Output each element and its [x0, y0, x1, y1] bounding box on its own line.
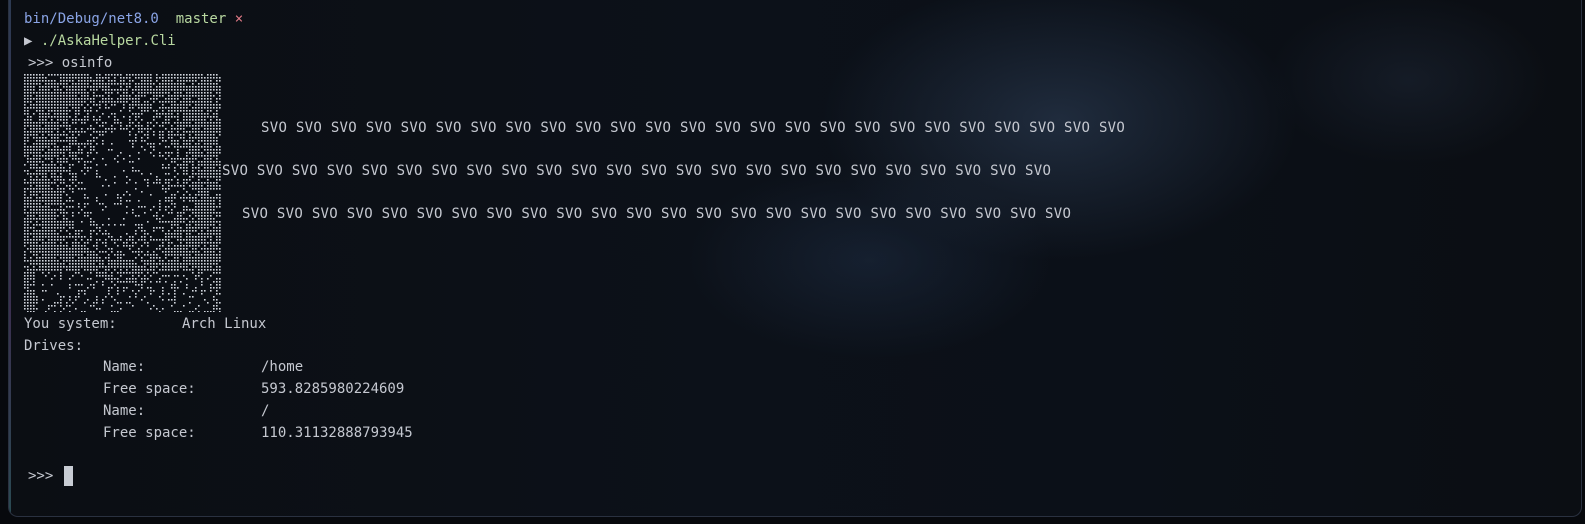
prompt-arrow-icon: ▶ — [24, 33, 33, 49]
ascii-portrait-art — [24, 74, 221, 312]
repl-line: >>> osinfo — [28, 53, 112, 73]
cwd-path: bin/Debug/net8.0 — [24, 11, 159, 27]
drive-name-label: Name: — [103, 403, 146, 419]
drive-name-value: /home — [261, 359, 304, 375]
svo-row-1: SVO SVO SVO SVO SVO SVO SVO SVO SVO SVO … — [261, 120, 1126, 136]
text-cursor[interactable] — [64, 466, 73, 486]
command-line: ▶ ./AskaHelper.Cli — [24, 31, 176, 51]
drive-name-value: / — [261, 403, 270, 419]
git-branch: master — [175, 11, 227, 27]
command-text: ./AskaHelper.Cli — [40, 33, 176, 49]
terminal-window[interactable]: bin/Debug/net8.0 master × ▶ ./AskaHelper… — [8, 0, 1582, 517]
window-edge — [9, 0, 11, 516]
drive-free-label: Free space: — [103, 425, 196, 441]
drive-name-label: Name: — [103, 359, 146, 375]
svo-row-2: SVO SVO SVO SVO SVO SVO SVO SVO SVO SVO … — [222, 163, 1052, 179]
drive-free-value: 593.8285980224609 — [261, 381, 405, 397]
git-dirty-icon: × — [234, 11, 244, 27]
repl-prompt: >>> — [28, 55, 54, 71]
system-label: You system: — [24, 316, 117, 332]
drives-label: Drives: — [24, 338, 84, 354]
drive-free-label: Free space: — [103, 381, 196, 397]
system-value: Arch Linux — [182, 316, 267, 332]
repl-input: osinfo — [61, 55, 113, 71]
final-prompt: >>> — [28, 468, 54, 484]
svo-row-3: SVO SVO SVO SVO SVO SVO SVO SVO SVO SVO … — [242, 206, 1072, 222]
drive-free-value: 110.31132888793945 — [261, 425, 413, 441]
prompt-header: bin/Debug/net8.0 master × — [24, 9, 243, 29]
